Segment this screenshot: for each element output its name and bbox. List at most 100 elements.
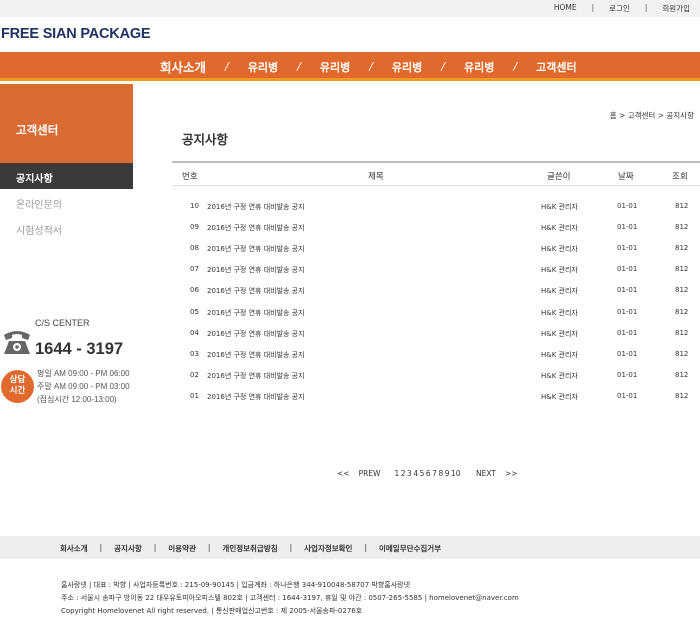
top-links: HOME | 로그인 | 회원가입 — [554, 3, 690, 14]
table-row[interactable]: 09 2016년 구정 연휴 대비발송 공지 H&K 관리자 01-01 812 — [172, 218, 700, 239]
hours-weekday: 평일 AM 09:00 - PM 06:00 — [37, 369, 130, 378]
footer-link-privacy[interactable]: 개인정보취급방침 — [222, 543, 277, 554]
row-number: 06 — [190, 286, 199, 295]
sidebar-title: 고객센터 — [16, 123, 59, 137]
row-date: 01-01 — [617, 391, 638, 400]
cs-phone-number: 1644 - 3197 — [35, 340, 124, 358]
top-separator: | — [644, 3, 648, 12]
page-number-5[interactable]: 5 — [420, 469, 425, 478]
nav-separator: / — [297, 60, 301, 73]
row-title-link[interactable]: 2016년 구정 연휴 대비발송 공지 — [207, 350, 305, 360]
footer-address-info: 주소 : 서울시 송파구 방이동 22 대우유토피아오피스텔 802호 | 고객… — [61, 594, 519, 602]
row-author: H&K 관리자 — [541, 266, 578, 275]
footer-link-company[interactable]: 회사소개 — [60, 543, 88, 554]
page-number-1[interactable]: 1 — [394, 469, 399, 478]
nav-separator: / — [441, 60, 446, 73]
nav-item-glass-2[interactable]: 유리병 — [320, 59, 350, 75]
page-number-4[interactable]: 4 — [413, 469, 418, 478]
row-number: 04 — [190, 328, 199, 337]
row-title-link[interactable]: 2016년 구정 연휴 대비발송 공지 — [207, 244, 305, 254]
page-number-7[interactable]: 7 — [432, 469, 437, 478]
row-views: 812 — [675, 349, 689, 358]
nav-separator: / — [369, 60, 373, 73]
row-number: 08 — [190, 244, 199, 253]
phone-icon — [4, 331, 30, 354]
table-row[interactable]: 04 2016년 구정 연휴 대비발송 공지 H&K 관리자 01-01 812 — [172, 324, 700, 345]
login-link[interactable]: 로그인 — [609, 3, 630, 14]
hours-weekend: 주말 AM 09:00 - PM 03:00 — [37, 382, 130, 391]
pagination: << PREW 1 2 3 4 5 6 7 8 9 10 NEXT >> — [337, 469, 518, 478]
page-number-6[interactable]: 6 — [426, 469, 431, 478]
table-row[interactable]: 10 2016년 구정 연휴 대비발송 공지 H&K 관리자 01-01 812 — [172, 197, 700, 218]
header-number: 번호 — [182, 172, 198, 182]
site-logo[interactable]: FREE SIAN PACKAGE — [1, 26, 151, 42]
nav-separator: / — [513, 60, 518, 73]
row-views: 812 — [675, 265, 689, 274]
cs-center-label: C/S CENTER — [35, 318, 90, 328]
row-date: 01-01 — [617, 349, 638, 358]
page-number-2[interactable]: 2 — [401, 469, 406, 478]
footer-link-notice[interactable]: 공지사항 — [114, 543, 142, 554]
row-number: 03 — [190, 349, 199, 358]
table-row[interactable]: 02 2016년 구정 연휴 대비발송 공지 H&K 관리자 01-01 812 — [172, 366, 700, 387]
row-date: 01-01 — [617, 202, 638, 210]
table-row[interactable]: 06 2016년 구정 연휴 대비발송 공지 H&K 관리자 01-01 812 — [172, 281, 700, 302]
last-page-button[interactable]: >> — [505, 469, 518, 478]
row-number: 07 — [190, 265, 199, 274]
table-row[interactable]: 07 2016년 구정 연휴 대비발송 공지 H&K 관리자 01-01 812 — [172, 260, 700, 281]
page-number-3[interactable]: 3 — [407, 469, 412, 478]
footer-nav-items: 회사소개 | 공지사항 | 이용약관 | 개인정보취급방침 | 사업자정보확인 | 이메일무단수집거… — [60, 543, 441, 554]
row-date: 01-01 — [617, 307, 638, 316]
signup-link[interactable]: 회원가입 — [662, 3, 690, 14]
row-title-link[interactable]: 2016년 구정 연휴 대비발송 공지 — [207, 308, 305, 318]
page-number-8[interactable]: 8 — [438, 469, 443, 478]
home-link[interactable]: HOME — [554, 3, 577, 14]
row-title-link[interactable]: 2016년 구정 연휴 대비발송 공지 — [207, 329, 305, 339]
row-title-link[interactable]: 2016년 구정 연휴 대비발송 공지 — [207, 202, 305, 212]
main-nav: 회사소개 / 유리병 / 유리병 / 유리병 / 유리병 / 고객센터 — [0, 52, 700, 81]
sidebar-item-notice[interactable]: 공지사항 — [0, 163, 133, 189]
page-number-10[interactable]: 10 — [451, 469, 461, 478]
page-number-9[interactable]: 9 — [445, 469, 450, 478]
header-views: 조회 — [672, 172, 688, 182]
row-number: 02 — [190, 370, 199, 379]
table-row[interactable]: 03 2016년 구정 연휴 대비발송 공지 H&K 관리자 01-01 812 — [172, 345, 700, 366]
row-number: 09 — [190, 223, 199, 232]
prev-page-button[interactable]: PREW — [359, 469, 381, 478]
nav-item-company[interactable]: 회사소개 — [160, 57, 206, 76]
row-date: 01-01 — [617, 265, 638, 274]
sidebar-item-test-report[interactable]: 시험성적서 — [16, 222, 62, 237]
row-views: 812 — [675, 307, 689, 316]
row-date: 01-01 — [617, 244, 638, 253]
row-date: 01-01 — [617, 286, 638, 295]
nav-item-customer-center[interactable]: 고객센터 — [536, 59, 576, 75]
footer-link-terms[interactable]: 이용약관 — [168, 543, 196, 554]
table-row[interactable]: 01 2016년 구정 연휴 대비발송 공지 H&K 관리자 01-01 812 — [172, 387, 700, 408]
footer-link-email-policy[interactable]: 이메일무단수집거부 — [379, 543, 441, 554]
table-header: 번호 제목 글쓴이 날짜 조회 — [172, 161, 700, 186]
header-title: 제목 — [368, 172, 384, 182]
footer-company-info: 홈사랑넷 | 대표 : 박향 | 사업자등록번호 : 215-09-90145 … — [61, 581, 411, 589]
table-row[interactable]: 05 2016년 구정 연휴 대비발송 공지 H&K 관리자 01-01 812 — [172, 303, 700, 324]
row-title-link[interactable]: 2016년 구정 연휴 대비발송 공지 — [207, 265, 305, 275]
row-number: 10 — [190, 202, 199, 210]
sidebar-item-label: 공지사항 — [16, 174, 53, 185]
next-page-button[interactable]: NEXT — [476, 469, 496, 478]
nav-item-glass-4[interactable]: 유리병 — [464, 59, 494, 75]
row-title-link[interactable]: 2016년 구정 연휴 대비발송 공지 — [207, 392, 305, 402]
breadcrumb: 홈 > 고객센터 > 공지사항 — [609, 111, 694, 120]
footer-link-business-info[interactable]: 사업자정보확인 — [304, 543, 352, 554]
sidebar-title-box: 고객센터 — [0, 84, 133, 163]
first-page-button[interactable]: << — [337, 469, 350, 478]
hours-lunch: (점심시간 12:00-13:00) — [37, 395, 117, 404]
nav-item-glass-1[interactable]: 유리병 — [248, 59, 278, 75]
hours-badge-line: 시간 — [9, 386, 26, 396]
row-views: 812 — [675, 286, 689, 295]
row-title-link[interactable]: 2016년 구정 연휴 대비발송 공지 — [207, 371, 305, 381]
nav-item-glass-3[interactable]: 유리병 — [392, 59, 422, 75]
sidebar-item-online-inquiry[interactable]: 온라인문의 — [16, 196, 62, 211]
row-title-link[interactable]: 2016년 구정 연휴 대비발송 공지 — [207, 223, 305, 233]
table-row[interactable]: 08 2016년 구정 연휴 대비발송 공지 H&K 관리자 01-01 812 — [172, 239, 700, 260]
row-title-link[interactable]: 2016년 구정 연휴 대비발송 공지 — [207, 286, 305, 296]
footer-separator: | — [364, 543, 367, 552]
